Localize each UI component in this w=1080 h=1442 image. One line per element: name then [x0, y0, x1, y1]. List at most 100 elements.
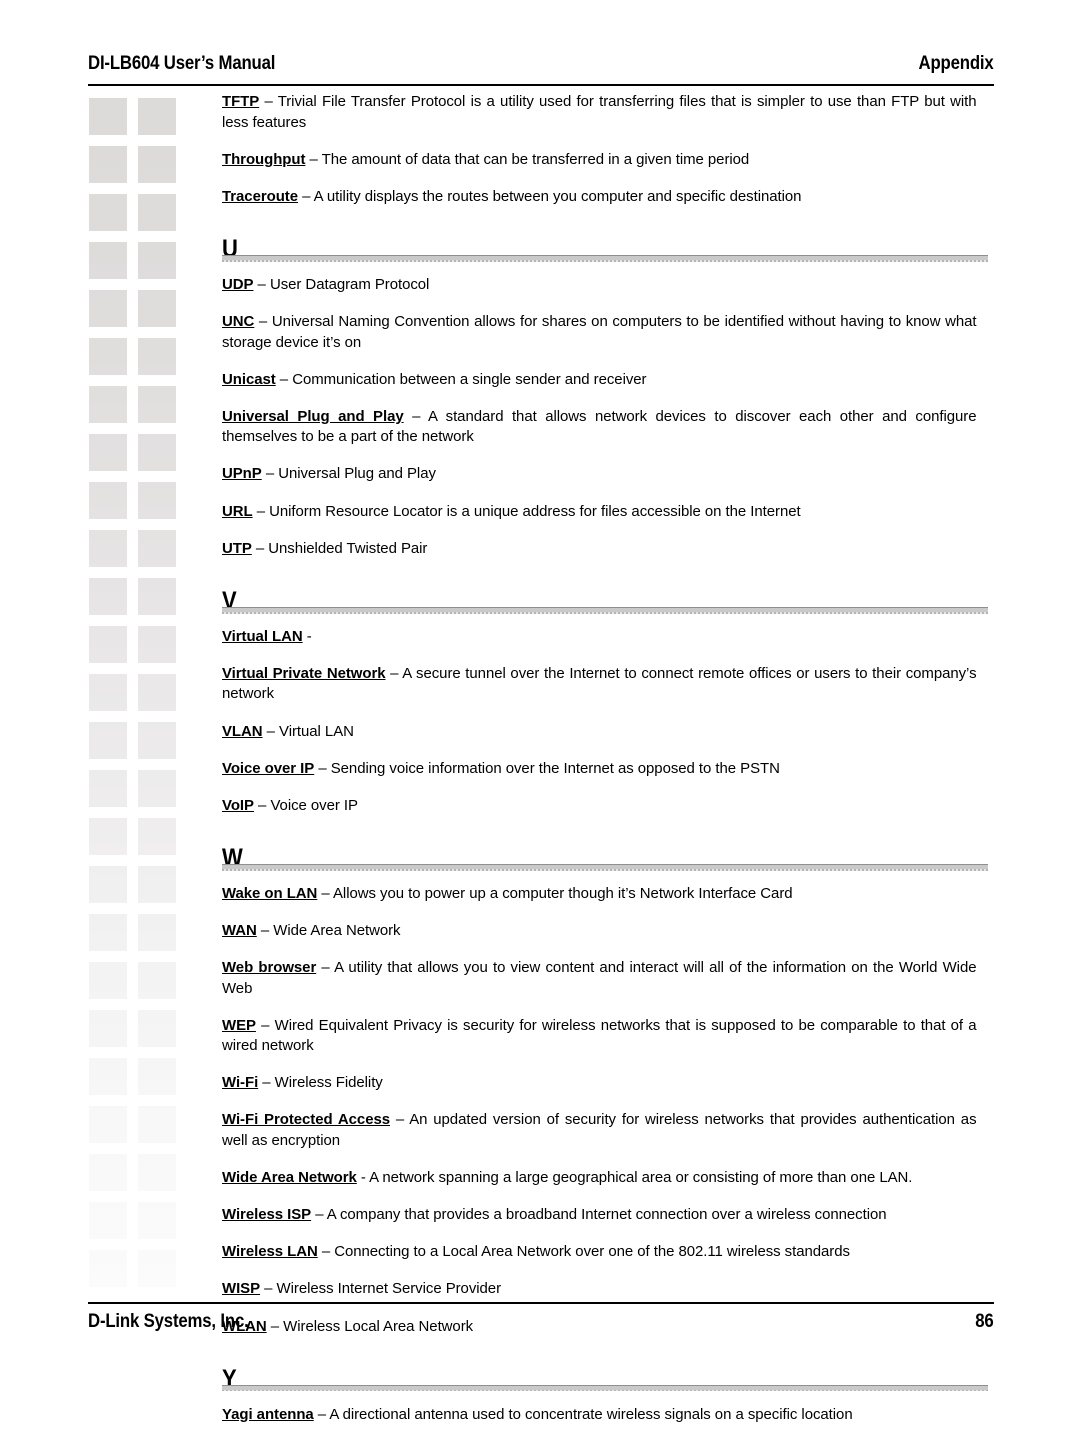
- glossary-separator: –: [298, 187, 314, 205]
- section-heading-v: V: [222, 576, 988, 614]
- decoration-square: [138, 1202, 176, 1239]
- glossary-separator: –: [254, 312, 272, 330]
- section-heading-w: W: [222, 833, 988, 871]
- glossary-definition: A utility that allows you to view conten…: [222, 958, 977, 997]
- glossary-separator: –: [256, 921, 274, 939]
- glossary-content: TFTP – Trivial File Transfer Protocol is…: [222, 92, 988, 1442]
- decoration-square: [89, 530, 127, 567]
- decoration-square: [89, 482, 127, 519]
- decoration-square: [138, 530, 176, 567]
- decoration-square: [138, 338, 176, 375]
- glossary-term: URL: [222, 502, 253, 520]
- glossary-definition: Universal Naming Convention allows for s…: [222, 312, 977, 351]
- section-rule: [222, 254, 988, 262]
- glossary-term: UTP: [222, 539, 252, 557]
- glossary-separator: –: [251, 539, 269, 557]
- margin-decoration-fade: [80, 90, 210, 1305]
- page-number: 86: [975, 1310, 994, 1332]
- glossary-entry: Yagi antenna – A directional antenna use…: [222, 1405, 977, 1426]
- decoration-square: [89, 434, 127, 471]
- glossary-definition: Uniform Resource Locator is a unique add…: [269, 502, 801, 520]
- decoration-square: [89, 98, 127, 135]
- decoration-square: [138, 290, 176, 327]
- glossary-entry: Unicast – Communication between a single…: [222, 370, 977, 391]
- glossary-term: Voice over IP: [222, 759, 315, 777]
- glossary-separator: –: [305, 150, 322, 168]
- glossary-term: Web browser: [222, 958, 317, 976]
- section-heading-y: Y: [222, 1354, 988, 1392]
- glossary-definition: Unshielded Twisted Pair: [268, 539, 428, 557]
- glossary-term: Wi-Fi: [222, 1074, 259, 1092]
- glossary-entry: Web browser – A utility that allows you …: [222, 958, 977, 999]
- glossary-term: Unicast: [222, 370, 276, 388]
- glossary-definition: Wide Area Network: [273, 921, 401, 939]
- decoration-square: [138, 866, 176, 903]
- page-header: DI-LB604 User’s Manual Appendix: [88, 52, 994, 75]
- glossary-separator: –: [390, 1111, 410, 1129]
- decoration-square: [138, 818, 176, 855]
- glossary-term: WEP: [222, 1016, 256, 1034]
- glossary-entry: Virtual Private Network – A secure tunne…: [222, 664, 977, 705]
- glossary-entry: Throughput – The amount of data that can…: [222, 150, 977, 171]
- glossary-separator: –: [311, 1206, 327, 1224]
- glossary-term: VLAN: [222, 722, 263, 740]
- glossary-definition: Sending voice information over the Inter…: [330, 759, 780, 777]
- glossary-separator: –: [261, 465, 279, 483]
- glossary-separator: -: [356, 1169, 370, 1187]
- glossary-entry: Wake on LAN – Allows you to power up a c…: [222, 884, 977, 905]
- glossary-definition: The amount of data that can be transferr…: [321, 150, 750, 168]
- decoration-square: [89, 578, 127, 615]
- glossary-separator: –: [262, 722, 280, 740]
- glossary-entry: Traceroute – A utility displays the rout…: [222, 187, 977, 208]
- glossary-separator: –: [252, 502, 270, 520]
- glossary-entry: Virtual LAN -: [222, 627, 977, 648]
- glossary-entry: VLAN – Virtual LAN: [222, 722, 977, 743]
- decoration-square: [138, 194, 176, 231]
- decoration-square: [138, 242, 176, 279]
- glossary-separator: –: [258, 1074, 275, 1092]
- section-rule-bottom: [222, 1389, 988, 1392]
- glossary-entry: UDP – User Datagram Protocol: [222, 275, 977, 296]
- glossary-entry: Wi-Fi Protected Access – An updated vers…: [222, 1110, 977, 1151]
- section-title: Appendix: [918, 52, 994, 74]
- glossary-entry: URL – Uniform Resource Locator is a uniq…: [222, 502, 977, 523]
- decoration-square: [138, 386, 176, 423]
- decoration-square: [89, 962, 127, 999]
- glossary-definition: Connecting to a Local Area Network over …: [334, 1243, 850, 1261]
- glossary-definition: A company that provides a broadband Inte…: [326, 1206, 887, 1224]
- glossary-entry: UPnP – Universal Plug and Play: [222, 464, 977, 485]
- decoration-square: [138, 98, 176, 135]
- section-heading-u: U: [222, 224, 988, 262]
- glossary-separator: –: [253, 796, 271, 814]
- glossary-entry: WEP – Wired Equivalent Privacy is securi…: [222, 1016, 977, 1057]
- decoration-square: [138, 1106, 176, 1143]
- decoration-square: [89, 1202, 127, 1239]
- decoration-square: [138, 1010, 176, 1047]
- decoration-square: [89, 674, 127, 711]
- decoration-square: [138, 722, 176, 759]
- decoration-square: [138, 578, 176, 615]
- glossary-definition: User Datagram Protocol: [269, 275, 430, 293]
- glossary-separator: –: [275, 370, 293, 388]
- glossary-definition: Allows you to power up a computer though…: [332, 884, 793, 902]
- glossary-term: UNC: [222, 312, 255, 330]
- decoration-square: [138, 434, 176, 471]
- glossary-definition: Communication between a single sender an…: [292, 370, 647, 388]
- decoration-square: [138, 962, 176, 999]
- decoration-square: [138, 914, 176, 951]
- glossary-definition: Wireless Fidelity: [274, 1074, 383, 1092]
- glossary-term: WISP: [222, 1280, 261, 1298]
- page-footer: D-Link Systems, Inc. 86: [88, 1310, 994, 1333]
- glossary-term: VoIP: [222, 796, 254, 814]
- glossary-definition: Universal Plug and Play: [278, 465, 436, 483]
- glossary-separator: –: [253, 275, 270, 293]
- decoration-square: [89, 722, 127, 759]
- glossary-definition: Wired Equivalent Privacy is security for…: [222, 1016, 977, 1055]
- glossary-definition: Trivial File Transfer Protocol is a util…: [222, 93, 977, 131]
- decoration-square: [89, 242, 127, 279]
- glossary-definition: A utility displays the routes between yo…: [313, 187, 802, 205]
- glossary-term: Throughput: [222, 150, 306, 168]
- section-rule: [222, 1384, 988, 1392]
- glossary-entry: Universal Plug and Play – A standard tha…: [222, 407, 977, 448]
- glossary-entry: Wireless ISP – A company that provides a…: [222, 1205, 977, 1226]
